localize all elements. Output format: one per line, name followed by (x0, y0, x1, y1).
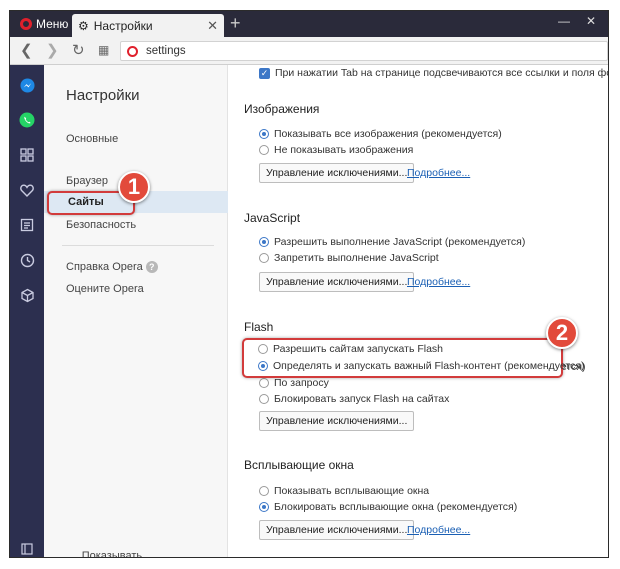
callout-badge-1: 1 (118, 171, 150, 203)
option-label: Разрешить выполнение JavaScript (рекомен… (274, 236, 526, 248)
history-icon[interactable] (19, 252, 35, 268)
nav-item-security[interactable]: Безопасность (66, 219, 136, 231)
radio-flash-block[interactable]: Блокировать запуск Flash на сайтах (259, 392, 449, 406)
heart-icon[interactable] (19, 182, 35, 198)
option-label: Запретить выполнение JavaScript (274, 252, 439, 264)
tab-highlight-checkbox[interactable]: ✓ При нажатии Tab на странице подсвечива… (259, 66, 609, 80)
whatsapp-icon[interactable] (19, 112, 35, 128)
option-label: Показывать все изображения (рекомендуетс… (274, 128, 502, 140)
help-label: Справка Opera (66, 261, 143, 273)
opera-sidebar (10, 65, 44, 557)
js-more-link[interactable]: Подробнее... (407, 276, 470, 288)
screenshot-frame: Меню ⚙ Настройки ✕ + — ✕ ❮ ❯ ↻ ▦ setting… (0, 0, 620, 569)
radio-popups-show[interactable]: Показывать всплывающие окна (259, 484, 429, 498)
help-question-icon: ? (145, 261, 158, 273)
section-title-images: Изображения (244, 102, 320, 116)
radio-images-show[interactable]: Показывать все изображения (рекомендуетс… (259, 127, 502, 141)
back-icon[interactable]: ❮ (20, 41, 33, 59)
sidebar-toggle-icon[interactable] (19, 541, 35, 557)
section-title-flash: Flash (244, 320, 274, 334)
address-bar: ❮ ❯ ↻ ▦ settings (10, 37, 608, 65)
radio-unselected-icon (259, 378, 269, 388)
tab-settings[interactable]: ⚙ Настройки ✕ (72, 14, 224, 37)
option-label: Не показывать изображения (274, 144, 414, 156)
radio-unselected-icon (259, 145, 269, 155)
speed-dial-icon[interactable] (19, 147, 35, 163)
speed-dial-grid-icon[interactable]: ▦ (98, 43, 109, 57)
minimize-icon[interactable]: — (558, 14, 570, 28)
option-label: Определять и запускать важный Flash-конт… (273, 360, 585, 372)
flash-manage-exceptions-button[interactable]: Управление исключениями... (259, 411, 415, 431)
section-title-popups: Всплывающие окна (244, 458, 354, 472)
checkbox-checked-icon: ✓ (66, 556, 77, 557)
section-title-javascript: JavaScript (244, 211, 301, 225)
option-label: Блокировать всплывающие окна (рекомендуе… (274, 501, 518, 513)
cube-icon[interactable] (19, 287, 35, 303)
popups-manage-exceptions-button[interactable]: Управление исключениями... (259, 520, 415, 540)
nav-item-help[interactable]: Справка Opera? (66, 261, 158, 273)
radio-flash-on-demand[interactable]: По запросу (259, 376, 329, 390)
url-text: settings (146, 45, 186, 57)
browser-window: Меню ⚙ Настройки ✕ + — ✕ ❮ ❯ ↻ ▦ setting… (9, 10, 609, 558)
reload-icon[interactable]: ↻ (72, 41, 85, 59)
gear-icon: ⚙ (78, 18, 89, 33)
radio-popups-block[interactable]: Блокировать всплывающие окна (рекомендуе… (259, 500, 517, 514)
radio-selected-icon (259, 502, 269, 512)
show-more-toggle[interactable]: ✓ Показывать дополнительные (66, 550, 227, 558)
nav-divider (62, 245, 214, 246)
popups-more-link[interactable]: Подробнее... (407, 524, 470, 536)
radio-js-block[interactable]: Запретить выполнение JavaScript (259, 251, 439, 265)
url-field[interactable]: settings (120, 41, 608, 61)
images-manage-exceptions-button[interactable]: Управление исключениями... (259, 163, 415, 183)
close-tab-icon[interactable]: ✕ (207, 18, 218, 34)
radio-unselected-icon (259, 486, 269, 496)
radio-unselected-icon (259, 394, 269, 404)
window-close-icon[interactable]: ✕ (586, 14, 596, 28)
menu-label: Меню (36, 17, 69, 31)
nav-item-basic[interactable]: Основные (66, 133, 118, 145)
checkbox-checked-icon: ✓ (259, 67, 270, 79)
show-more-label: Показывать дополнительные (81, 550, 143, 558)
opera-menu-button[interactable]: Меню (14, 14, 74, 34)
tab-strip: Меню ⚙ Настройки ✕ + — ✕ (10, 11, 608, 37)
images-more-link[interactable]: Подробнее... (407, 167, 470, 179)
radio-selected-icon (258, 361, 268, 371)
messenger-icon[interactable] (19, 77, 35, 93)
radio-unselected-icon (258, 344, 268, 354)
radio-selected-icon (259, 237, 269, 247)
tab-highlight-label: При нажатии Tab на странице подсвечивают… (275, 67, 609, 79)
radio-flash-detect-highlighted[interactable]: Определять и запускать важный Flash-конт… (258, 359, 585, 373)
radio-flash-allow-highlighted[interactable]: Разрешить сайтам запускать Flash (258, 342, 443, 356)
settings-title: Настройки (66, 87, 140, 104)
option-label: Разрешить сайтам запускать Flash (273, 343, 444, 355)
tab-title: Настройки (93, 18, 153, 33)
news-icon[interactable] (19, 217, 35, 233)
settings-content: ✓ При нажатии Tab на странице подсвечива… (229, 65, 609, 557)
forward-icon[interactable]: ❯ (46, 41, 59, 59)
callout-badge-2: 2 (546, 317, 578, 349)
highlighted-sites-label: Сайты (68, 196, 104, 208)
flash-options-highlight: Разрешить сайтам запускать Flash Определ… (242, 338, 585, 378)
radio-unselected-icon (259, 253, 269, 263)
nav-item-browser[interactable]: Браузер (66, 175, 108, 187)
js-manage-exceptions-button[interactable]: Управление исключениями... (259, 272, 415, 292)
settings-nav: Настройки Основные Браузер Сайты Безопас… (44, 65, 228, 558)
radio-images-hide[interactable]: Не показывать изображения (259, 143, 413, 157)
radio-js-allow[interactable]: Разрешить выполнение JavaScript (рекомен… (259, 235, 525, 249)
option-label: Блокировать запуск Flash на сайтах (274, 393, 450, 405)
nav-item-rate[interactable]: Оцените Opera (66, 283, 144, 295)
radio-selected-icon (259, 129, 269, 139)
opera-logo-icon (20, 18, 32, 30)
option-label: Показывать всплывающие окна (274, 485, 430, 497)
new-tab-button[interactable]: + (230, 13, 241, 34)
opera-page-icon (127, 45, 138, 57)
option-label: По запросу (274, 377, 329, 389)
